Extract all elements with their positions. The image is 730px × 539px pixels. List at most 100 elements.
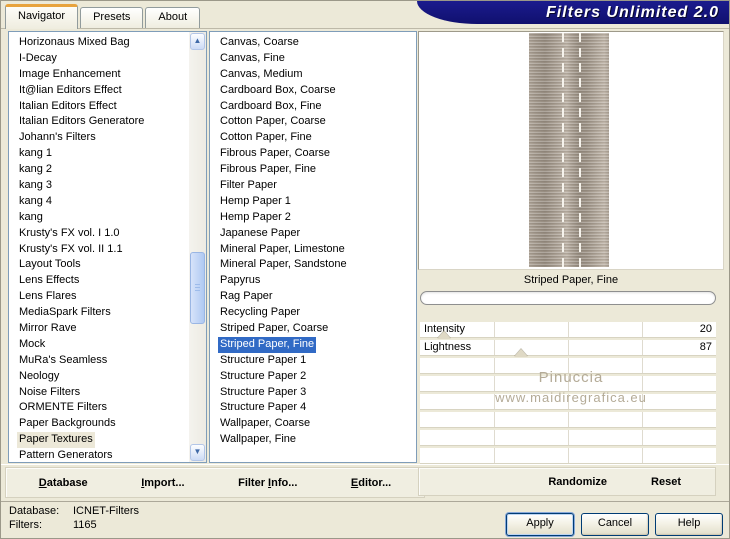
slider-empty-row <box>420 448 716 463</box>
title-banner: Filters Unlimited 2.0 <box>417 1 729 24</box>
slider-tick <box>568 322 569 337</box>
list-item[interactable]: It@lian Editors Effect <box>9 83 188 99</box>
slider-thumb[interactable] <box>436 331 451 339</box>
progress-bar <box>420 291 716 305</box>
list-item[interactable]: Krusty's FX vol. I 1.0 <box>9 226 188 242</box>
list-item[interactable]: Papyrus <box>210 273 416 289</box>
list-item[interactable]: Image Enhancement <box>9 67 188 83</box>
list-item[interactable]: kang <box>9 210 188 226</box>
list-item[interactable]: Cotton Paper, Coarse <box>210 114 416 130</box>
list-item[interactable]: Cardboard Box, Coarse <box>210 83 416 99</box>
list-item[interactable]: Lens Flares <box>9 289 188 305</box>
list-item[interactable]: Italian Editors Generatore <box>9 114 188 130</box>
list-item-label: Mineral Paper, Limestone <box>220 242 345 255</box>
list-item[interactable]: Structure Paper 1 <box>210 353 416 369</box>
texture-dashed-line <box>579 33 581 267</box>
list-item[interactable]: I-Decay <box>9 51 188 67</box>
list-item-label: Rag Paper <box>220 290 273 303</box>
list-item[interactable]: kang 1 <box>9 146 188 162</box>
list-item[interactable]: Lens Effects <box>9 273 188 289</box>
list-item[interactable]: Mock <box>9 337 188 353</box>
list-item-label: kang 4 <box>19 194 53 207</box>
cancel-button[interactable]: Cancel <box>581 513 649 536</box>
slider-empty-row <box>420 376 716 391</box>
list-item[interactable]: Hemp Paper 2 <box>210 210 416 226</box>
list-item[interactable]: Structure Paper 4 <box>210 400 416 416</box>
list-item[interactable]: kang 3 <box>9 178 188 194</box>
list-item[interactable]: Fibrous Paper, Fine <box>210 162 416 178</box>
list-item[interactable]: ORMENTE Filters <box>9 400 188 416</box>
list-item[interactable]: Cardboard Box, Fine <box>210 99 416 115</box>
filters-label: Filters: <box>9 519 42 531</box>
preview-caption: Striped Paper, Fine <box>523 274 619 286</box>
list-item[interactable]: Mineral Paper, Sandstone <box>210 257 416 273</box>
list-item[interactable]: Johann's Filters <box>9 130 188 146</box>
header: Navigator Presets About Filters Unlimited … <box>1 1 729 29</box>
tab-about[interactable]: About <box>145 7 201 28</box>
import-button[interactable]: Import... <box>141 477 184 489</box>
list-item[interactable]: Paper Backgrounds <box>9 416 188 432</box>
list-item[interactable]: Mirror Rave <box>9 321 188 337</box>
list-item[interactable]: Noise Filters <box>9 385 188 401</box>
list-item[interactable]: Striped Paper, Coarse <box>210 321 416 337</box>
list-item-label: Papyrus <box>220 274 261 287</box>
list-item[interactable]: Pattern Generators <box>9 448 188 462</box>
list-item[interactable]: Wallpaper, Coarse <box>210 416 416 432</box>
list-item[interactable]: MediaSpark Filters <box>9 305 188 321</box>
texture-dashed-line <box>562 33 564 267</box>
list-item-label: ORMENTE Filters <box>19 401 107 414</box>
command-panel-left: Database Import... Filter Info... Editor... <box>5 467 425 498</box>
list-item-label: Structure Paper 1 <box>220 353 307 366</box>
command-panel-right: Randomize Reset <box>418 467 716 496</box>
list-item[interactable]: Structure Paper 2 <box>210 369 416 385</box>
list-item[interactable]: Striped Paper, Fine <box>210 336 416 353</box>
list-item[interactable]: Hemp Paper 1 <box>210 194 416 210</box>
database-button[interactable]: Database <box>39 477 88 489</box>
list-item-label: Canvas, Medium <box>220 67 303 80</box>
list-item[interactable]: Krusty's FX vol. II 1.1 <box>9 242 188 258</box>
list-item[interactable]: Structure Paper 3 <box>210 385 416 401</box>
list-item[interactable]: Wallpaper, Fine <box>210 432 416 448</box>
slider-tick <box>568 430 569 445</box>
slider-tick <box>568 394 569 409</box>
apply-button[interactable]: Apply <box>506 513 574 536</box>
scroll-down-icon[interactable]: ▼ <box>190 444 205 461</box>
filter-info-button[interactable]: Filter Info... <box>238 477 297 489</box>
scroll-up-icon[interactable]: ▲ <box>190 33 205 50</box>
tab-presets[interactable]: Presets <box>80 7 144 28</box>
slider-lightness[interactable]: Lightness 87 <box>420 340 716 357</box>
list-item[interactable]: Fibrous Paper, Coarse <box>210 146 416 162</box>
filter-list: Canvas, Coarse Canvas, Fine Canvas, Medium… <box>210 35 416 448</box>
list-item[interactable]: Filter Paper <box>210 178 416 194</box>
tab-navigator[interactable]: Navigator <box>5 4 79 29</box>
list-item[interactable]: Recycling Paper <box>210 305 416 321</box>
list-item[interactable]: kang 2 <box>9 162 188 178</box>
list-item[interactable]: Neology <box>9 369 188 385</box>
list-item[interactable]: Mineral Paper, Limestone <box>210 242 416 258</box>
list-item[interactable]: kang 4 <box>9 194 188 210</box>
list-item-label: Paper Backgrounds <box>19 417 116 430</box>
list-item[interactable]: Rag Paper <box>210 289 416 305</box>
list-item[interactable]: Italian Editors Effect <box>9 99 188 115</box>
list-item-label: Striped Paper, Fine <box>218 336 317 353</box>
category-scrollbar[interactable]: ▲ ▼ <box>189 32 206 462</box>
slider-intensity[interactable]: Intensity 20 <box>420 322 716 339</box>
slider-tick <box>494 448 495 463</box>
list-item[interactable]: Layout Tools <box>9 257 188 273</box>
reset-button[interactable]: Reset <box>651 476 681 488</box>
slider-thumb[interactable] <box>513 349 528 357</box>
list-item[interactable]: Canvas, Coarse <box>210 35 416 51</box>
scrollbar-thumb[interactable] <box>190 252 205 324</box>
slider-tick <box>642 430 643 445</box>
list-item[interactable]: Japanese Paper <box>210 226 416 242</box>
list-item-label: Mirror Rave <box>19 322 77 335</box>
list-item[interactable]: Horizonaus Mixed Bag <box>9 35 188 51</box>
randomize-button[interactable]: Randomize <box>548 476 607 488</box>
list-item[interactable]: Cotton Paper, Fine <box>210 130 416 146</box>
list-item[interactable]: Paper Textures <box>9 432 188 449</box>
editor-button[interactable]: Editor... <box>351 477 391 489</box>
list-item[interactable]: Canvas, Fine <box>210 51 416 67</box>
list-item[interactable]: MuRa's Seamless <box>9 353 188 369</box>
list-item[interactable]: Canvas, Medium <box>210 67 416 83</box>
help-button[interactable]: Help <box>655 513 723 536</box>
